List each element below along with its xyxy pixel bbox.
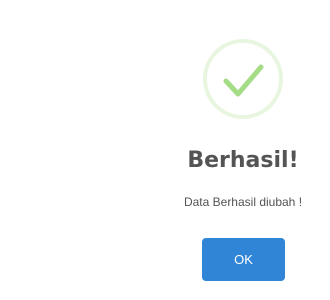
dialog-message: Data Berhasil diubah !: [183, 195, 303, 209]
success-checkmark-icon: [203, 39, 283, 119]
dialog-title: Berhasil!: [187, 148, 299, 173]
ok-button[interactable]: OK: [202, 238, 285, 281]
success-dialog: Berhasil! Data Berhasil diubah ! OK: [0, 0, 330, 300]
